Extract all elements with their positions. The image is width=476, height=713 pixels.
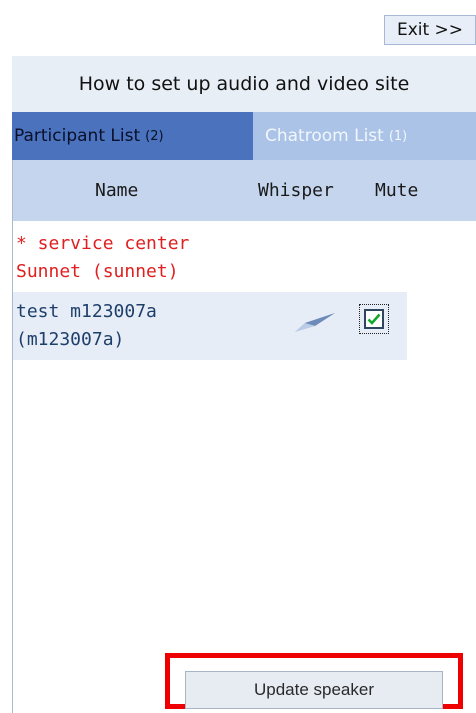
checkmark-icon xyxy=(364,309,384,329)
column-name-header: Name xyxy=(95,180,139,201)
participant-row-host: * service center Sunnet (sunnet) xyxy=(16,230,189,286)
tab-chatroom-count: (1) xyxy=(388,128,408,144)
participant-name-line1: test m123007a xyxy=(16,301,157,322)
exit-button[interactable]: Exit >> xyxy=(384,15,476,45)
mute-checkbox[interactable] xyxy=(359,304,389,334)
participant-name-line1: * service center xyxy=(16,233,190,254)
tab-participant-list[interactable]: Participant List (2) xyxy=(12,112,253,160)
panel-border xyxy=(12,160,13,713)
participant-name-line2: Sunnet (sunnet) xyxy=(16,261,179,282)
tab-bar: Participant List (2) Chatroom List (1) xyxy=(12,112,476,160)
column-header: Name Whisper Mute xyxy=(13,160,476,221)
page-title: How to set up audio and video site xyxy=(12,56,476,112)
tab-participant-label: Participant List xyxy=(14,126,141,146)
tab-chatroom-label: Chatroom List xyxy=(265,126,384,146)
tab-chatroom-list[interactable]: Chatroom List (1) xyxy=(253,112,476,160)
participant-row-user[interactable]: test m123007a (m123007a) xyxy=(13,292,407,360)
participant-name-line2: (m123007a) xyxy=(16,329,125,350)
update-speaker-button[interactable]: Update speaker xyxy=(185,671,443,709)
tab-participant-count: (2) xyxy=(145,128,164,144)
column-mute-header: Mute xyxy=(375,180,419,201)
participant-name: test m123007a (m123007a) xyxy=(16,298,157,354)
paper-plane-icon[interactable] xyxy=(295,308,335,334)
column-whisper-header: Whisper xyxy=(258,180,334,201)
